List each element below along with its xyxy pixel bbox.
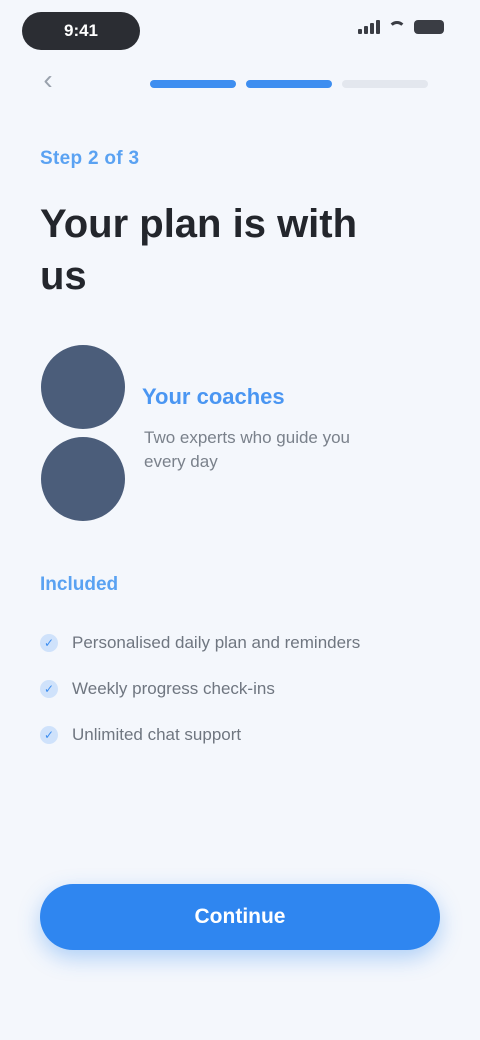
list-item: ✓ Weekly progress check-ins — [40, 666, 360, 712]
check-icon: ✓ — [40, 680, 58, 698]
coach-description: Two experts who guide you every day — [144, 428, 351, 471]
section-title: Included — [40, 574, 119, 595]
back-button[interactable]: ‹ — [34, 66, 62, 94]
list-item: ✓ Unlimited chat support — [40, 712, 360, 758]
step-progress — [150, 80, 428, 88]
battery-icon — [414, 20, 444, 34]
onboarding-screen: 9:41 ‹ Step 2 of 3 Your plan is with us … — [0, 0, 480, 1040]
coach-avatars — [38, 342, 128, 524]
signal-icon — [358, 20, 380, 34]
list-item: ✓ Personalised daily plan and reminders — [40, 620, 360, 666]
status-icons — [358, 20, 444, 34]
chevron-left-icon: ‹ — [43, 64, 53, 95]
benefits-list: ✓ Personalised daily plan and reminders … — [40, 620, 360, 758]
avatar — [38, 342, 128, 432]
list-item-text: Personalised daily plan and reminders — [72, 633, 361, 652]
progress-segment — [342, 80, 428, 88]
check-icon: ✓ — [40, 726, 58, 744]
step-label: Step 2 of 3 — [40, 148, 140, 169]
page-title: Your plan is with us — [40, 202, 358, 298]
progress-segment — [246, 80, 332, 88]
progress-segment — [150, 80, 236, 88]
list-item-text: Unlimited chat support — [72, 725, 242, 744]
status-time: 9:41 — [22, 12, 140, 50]
list-item-text: Weekly progress check-ins — [72, 679, 275, 698]
status-bar: 9:41 — [0, 0, 480, 62]
wifi-icon — [388, 21, 406, 33]
coach-name: Your coaches — [142, 384, 285, 409]
avatar — [38, 434, 128, 524]
continue-button[interactable]: Continue — [40, 884, 440, 950]
check-icon: ✓ — [40, 634, 58, 652]
